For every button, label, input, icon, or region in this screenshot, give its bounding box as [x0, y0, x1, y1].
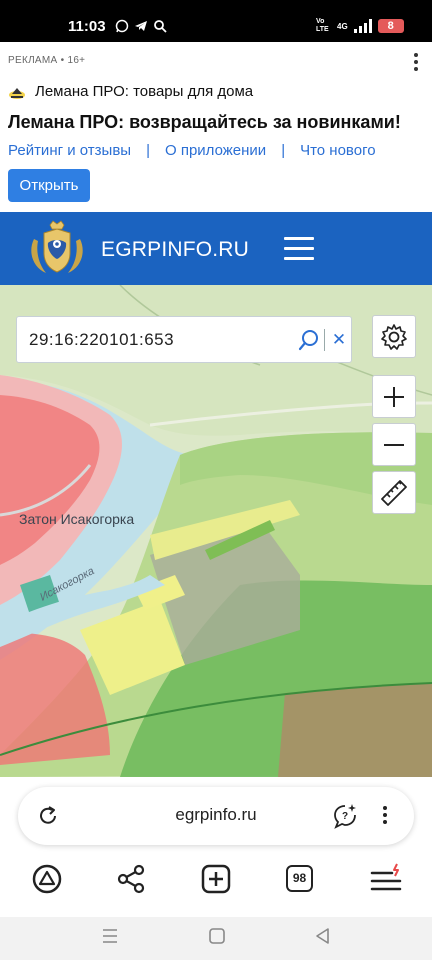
ad-link-whats-new[interactable]: Что нового: [300, 142, 375, 159]
search-input[interactable]: [29, 327, 289, 353]
clear-icon[interactable]: ✕: [330, 330, 348, 350]
signal-icon: [353, 19, 372, 33]
ad-banner[interactable]: РЕКЛАМА • 16+ Лемана ПРО: товары для дом…: [0, 42, 432, 212]
ad-title[interactable]: Лемана ПРО: возвращайтесь за новинками!: [8, 112, 401, 133]
new-tab-icon[interactable]: [200, 863, 232, 895]
ad-open-button[interactable]: Открыть: [8, 169, 90, 202]
battery-indicator: 8: [377, 19, 404, 33]
ad-link-about[interactable]: О приложении: [165, 142, 266, 159]
cadastral-search-box: ✕: [16, 316, 352, 363]
ad-link-separator: |: [146, 142, 150, 159]
menu-button[interactable]: [284, 237, 314, 261]
search-notification-icon: [153, 19, 167, 33]
svg-text:?: ?: [342, 811, 348, 822]
map-label-settlement: Затон Исакогорка: [19, 511, 135, 527]
ad-menu-button[interactable]: [406, 50, 426, 74]
gear-icon: [381, 323, 407, 350]
browser-menu-button[interactable]: [380, 803, 390, 829]
share-icon[interactable]: [115, 863, 147, 895]
search-divider: [324, 329, 325, 351]
system-status: Vo LTE 4G 8: [316, 18, 404, 34]
egrpinfo-logo-icon[interactable]: [24, 217, 90, 283]
alice-assistant-icon[interactable]: [31, 863, 63, 895]
ad-label: РЕКЛАМА • 16+: [8, 55, 86, 66]
back-icon[interactable]: [313, 926, 333, 946]
site-name[interactable]: EGRPINFO.RU: [101, 238, 249, 262]
notification-icons: [115, 19, 167, 33]
cadastral-map[interactable]: ✕ Затон Исакогорка Исакогорка: [0, 285, 432, 777]
telegram-icon: [134, 19, 148, 33]
browser-chrome: egrpinfo.ru ? 98: [0, 777, 432, 960]
map-settings-button[interactable]: [372, 315, 416, 358]
zoom-in-button[interactable]: [372, 375, 416, 418]
status-bar: 11:03 Vo LTE 4G 8: [0, 0, 432, 42]
network-type: 4G: [337, 21, 348, 31]
status-time: 11:03: [68, 18, 106, 35]
whatsapp-icon: [115, 19, 129, 33]
ad-app-name: Лемана ПРО: товары для дома: [35, 83, 254, 100]
tabs-counter[interactable]: 98: [286, 865, 313, 892]
address-bar[interactable]: egrpinfo.ru ?: [18, 787, 414, 845]
assistant-chat-icon[interactable]: ?: [332, 803, 358, 829]
ad-link-separator: |: [281, 142, 286, 159]
ruler-button[interactable]: [372, 471, 416, 514]
plus-icon: [384, 386, 404, 407]
system-navigation-bar: [0, 917, 432, 960]
ruler-icon: [381, 479, 407, 506]
minus-icon: [384, 443, 404, 446]
recent-apps-icon[interactable]: [100, 926, 120, 946]
ad-links: Рейтинг и отзывы | О приложении | Что но…: [8, 142, 376, 159]
zoom-out-button[interactable]: [372, 423, 416, 466]
lemana-logo-icon: [9, 88, 25, 99]
volte-indicator: Vo LTE: [316, 18, 329, 33]
home-icon[interactable]: [207, 926, 227, 946]
hamburger-menu-icon[interactable]: [370, 863, 402, 895]
ad-link-rating[interactable]: Рейтинг и отзывы: [8, 142, 131, 159]
browser-toolbar: 98: [0, 863, 432, 895]
site-header: EGRPINFO.RU: [0, 212, 432, 285]
search-icon[interactable]: [298, 329, 320, 351]
